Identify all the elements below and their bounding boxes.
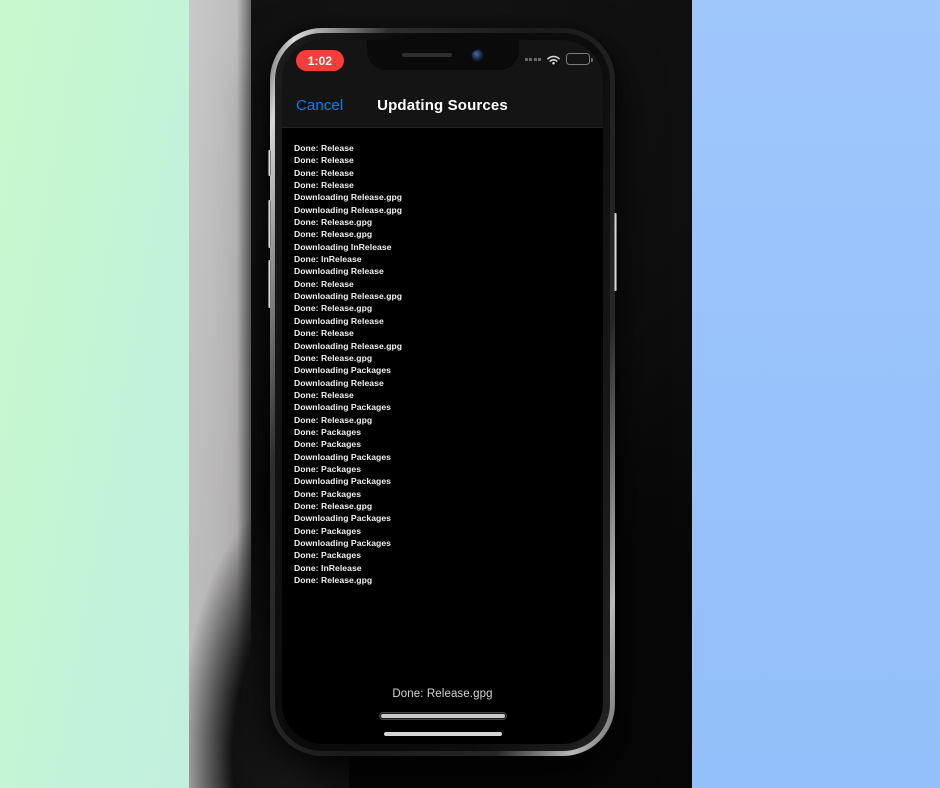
- log-line: Downloading Release: [294, 315, 384, 326]
- volume-down-button[interactable]: [268, 260, 271, 308]
- log-line: Done: Packages: [294, 550, 362, 561]
- power-button[interactable]: [614, 213, 617, 291]
- log-line: Done: Release: [294, 389, 354, 400]
- log-line: Done: Packages: [294, 439, 362, 450]
- screen-recording-indicator[interactable]: 1:02: [296, 50, 344, 71]
- log-line: Downloading Packages: [294, 365, 391, 376]
- notch: [366, 40, 519, 70]
- iphone-device-frame: 1:02 Cancel Updating Sources Done: Relea…: [268, 28, 617, 756]
- log-line: Downloading InRelease: [294, 241, 392, 252]
- log-line: Downloading Release: [294, 377, 384, 388]
- log-line: Done: Release: [294, 143, 354, 153]
- navigation-bar: Cancel Updating Sources: [282, 84, 603, 128]
- log-line: Done: Release.gpg: [294, 217, 373, 228]
- log-line: Downloading Release.gpg: [294, 291, 403, 302]
- home-indicator[interactable]: [383, 732, 502, 736]
- log-line: Downloading Release: [294, 266, 384, 277]
- phone-screen: 1:02 Cancel Updating Sources Done: Relea…: [282, 40, 603, 744]
- log-line: Downloading Packages: [294, 402, 391, 413]
- log-line: Done: InRelease: [294, 562, 362, 573]
- mute-switch-button[interactable]: [268, 150, 271, 176]
- wifi-icon: [546, 53, 561, 65]
- battery-icon: [566, 53, 593, 65]
- log-line: Downloading Release.gpg: [294, 204, 403, 215]
- log-line: Downloading Packages: [294, 538, 391, 548]
- log-line: Done: Release.gpg: [294, 352, 373, 363]
- front-camera-icon: [472, 49, 483, 61]
- progress-bar: [378, 712, 507, 720]
- log-line: Done: Release: [294, 278, 354, 289]
- cancel-button[interactable]: Cancel: [296, 97, 343, 114]
- log-line: Done: Packages: [294, 426, 362, 437]
- recording-time-label: 1:02: [307, 53, 333, 68]
- background-left-gradient: [0, 0, 189, 788]
- log-line: Done: Release.gpg: [294, 414, 373, 425]
- volume-up-button[interactable]: [268, 200, 271, 248]
- log-line: Downloading Packages: [294, 513, 391, 524]
- signal-dots-icon: [524, 57, 541, 61]
- log-line: Done: Release.gpg: [294, 575, 373, 586]
- log-line: Done: InRelease: [294, 254, 362, 265]
- log-line: Done: Release: [294, 167, 354, 178]
- log-line: Downloading Release.gpg: [294, 340, 403, 351]
- log-line: Done: Release.gpg: [294, 303, 373, 314]
- log-line: Done: Packages: [294, 463, 362, 474]
- log-line: Done: Release: [294, 155, 354, 166]
- log-line: Downloading Release.gpg: [294, 192, 403, 203]
- progress-area: Done: Release.gpg: [282, 688, 603, 720]
- earpiece-speaker-icon: [402, 53, 452, 57]
- log-line: Done: Packages: [294, 488, 362, 499]
- log-line: Done: Release.gpg: [294, 229, 373, 240]
- log-line: Done: Release.gpg: [294, 500, 373, 511]
- status-bar: 1:02: [282, 40, 603, 84]
- screenshot-stage: 1:02 Cancel Updating Sources Done: Relea…: [0, 0, 940, 788]
- log-console[interactable]: Done: Release Done: Release Done: Release D…: [282, 128, 603, 656]
- log-line: Done: Release: [294, 328, 354, 339]
- log-line: Done: Packages: [294, 525, 362, 536]
- progress-status-label: Done: Release.gpg: [392, 688, 493, 700]
- log-line: Downloading Packages: [294, 476, 391, 487]
- progress-bar-fill: [380, 714, 505, 718]
- log-line: Downloading Packages: [294, 451, 391, 462]
- log-line: Done: Release: [294, 180, 354, 191]
- status-bar-right-group: [524, 53, 593, 65]
